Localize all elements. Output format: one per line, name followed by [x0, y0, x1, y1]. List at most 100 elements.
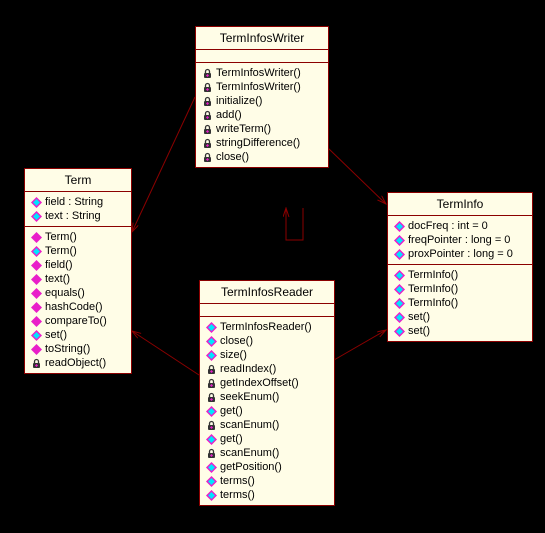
- member-label: seekEnum(): [220, 391, 279, 403]
- member-label: toString(): [45, 343, 90, 355]
- member-row: writeTerm(): [202, 122, 322, 136]
- package-icon: [394, 326, 405, 337]
- member-row: readObject(): [31, 356, 125, 370]
- member-row: TermInfo(): [394, 268, 526, 282]
- member-row: Term(): [31, 244, 125, 258]
- member-row: set(): [394, 310, 526, 324]
- member-label: readIndex(): [220, 363, 276, 375]
- member-row: freqPointer : long = 0: [394, 233, 526, 247]
- attr-section-empty: [200, 304, 334, 317]
- public-icon: [31, 344, 42, 355]
- member-label: TermInfosWriter(): [216, 67, 301, 79]
- member-label: hashCode(): [45, 301, 102, 313]
- private-icon: [206, 420, 217, 431]
- package-icon: [206, 462, 217, 473]
- public-icon: [31, 232, 42, 243]
- class-title: Term: [25, 169, 131, 192]
- member-label: TermInfosWriter(): [216, 81, 301, 93]
- member-label: readObject(): [45, 357, 106, 369]
- member-row: TermInfo(): [394, 282, 526, 296]
- member-label: proxPointer : long = 0: [408, 248, 513, 260]
- member-label: TermInfo(): [408, 283, 458, 295]
- member-label: TermInfo(): [408, 297, 458, 309]
- package-icon: [394, 312, 405, 323]
- public-icon: [31, 260, 42, 271]
- member-row: terms(): [206, 488, 328, 502]
- member-label: field(): [45, 259, 73, 271]
- package-icon: [394, 221, 405, 232]
- member-row: getIndexOffset(): [206, 376, 328, 390]
- method-section: TermInfosReader()close()size()readIndex(…: [200, 317, 334, 505]
- private-icon: [202, 110, 213, 121]
- member-label: get(): [220, 405, 243, 417]
- class-terminfoswriter: TermInfosWriter TermInfosWriter()TermInf…: [195, 26, 329, 168]
- class-terminfo: TermInfo docFreq : int = 0freqPointer : …: [387, 192, 533, 342]
- member-row: text : String: [31, 209, 125, 223]
- public-icon: [31, 274, 42, 285]
- private-icon: [202, 96, 213, 107]
- member-row: docFreq : int = 0: [394, 219, 526, 233]
- package-icon: [31, 211, 42, 222]
- member-label: getPosition(): [220, 461, 282, 473]
- member-label: set(): [45, 329, 67, 341]
- member-row: terms(): [206, 474, 328, 488]
- package-icon: [206, 406, 217, 417]
- class-terminfosreader: TermInfosReader TermInfosReader()close()…: [199, 280, 335, 506]
- member-row: field : String: [31, 195, 125, 209]
- private-icon: [202, 82, 213, 93]
- member-label: docFreq : int = 0: [408, 220, 488, 232]
- member-row: hashCode(): [31, 300, 125, 314]
- member-row: close(): [206, 334, 328, 348]
- member-row: TermInfosWriter(): [202, 80, 322, 94]
- member-label: terms(): [220, 475, 255, 487]
- private-icon: [206, 378, 217, 389]
- member-label: text(): [45, 273, 70, 285]
- member-row: compareTo(): [31, 314, 125, 328]
- member-label: set(): [408, 325, 430, 337]
- package-icon: [206, 490, 217, 501]
- private-icon: [31, 358, 42, 369]
- private-icon: [206, 448, 217, 459]
- member-label: Term(): [45, 231, 77, 243]
- member-row: stringDifference(): [202, 136, 322, 150]
- member-row: close(): [202, 150, 322, 164]
- member-label: add(): [216, 109, 242, 121]
- member-row: getPosition(): [206, 460, 328, 474]
- member-label: close(): [220, 335, 253, 347]
- class-title: TermInfosWriter: [196, 27, 328, 50]
- member-label: close(): [216, 151, 249, 163]
- member-row: equals(): [31, 286, 125, 300]
- package-icon: [394, 249, 405, 260]
- member-row: Term(): [31, 230, 125, 244]
- member-row: TermInfosReader(): [206, 320, 328, 334]
- member-row: size(): [206, 348, 328, 362]
- member-row: initialize(): [202, 94, 322, 108]
- attr-section: docFreq : int = 0freqPointer : long = 0p…: [388, 216, 532, 265]
- method-section: Term()Term()field()text()equals()hashCod…: [25, 227, 131, 373]
- private-icon: [202, 138, 213, 149]
- member-row: scanEnum(): [206, 446, 328, 460]
- public-icon: [31, 302, 42, 313]
- package-icon: [394, 270, 405, 281]
- member-row: TermInfosWriter(): [202, 66, 322, 80]
- package-icon: [206, 476, 217, 487]
- package-icon: [31, 330, 42, 341]
- member-label: writeTerm(): [216, 123, 271, 135]
- member-label: field : String: [45, 196, 103, 208]
- member-label: TermInfo(): [408, 269, 458, 281]
- private-icon: [202, 152, 213, 163]
- class-term: Term field : Stringtext : String Term()T…: [24, 168, 132, 374]
- member-row: readIndex(): [206, 362, 328, 376]
- member-row: seekEnum(): [206, 390, 328, 404]
- member-label: initialize(): [216, 95, 262, 107]
- private-icon: [206, 364, 217, 375]
- method-section: TermInfosWriter() TermInfosWriter() initia…: [196, 63, 328, 167]
- class-title: TermInfosReader: [200, 281, 334, 304]
- public-icon: [31, 288, 42, 299]
- package-icon: [206, 350, 217, 361]
- member-row: add(): [202, 108, 322, 122]
- package-icon: [206, 336, 217, 347]
- attr-section: field : Stringtext : String: [25, 192, 131, 227]
- class-title: TermInfo: [388, 193, 532, 216]
- member-row: get(): [206, 404, 328, 418]
